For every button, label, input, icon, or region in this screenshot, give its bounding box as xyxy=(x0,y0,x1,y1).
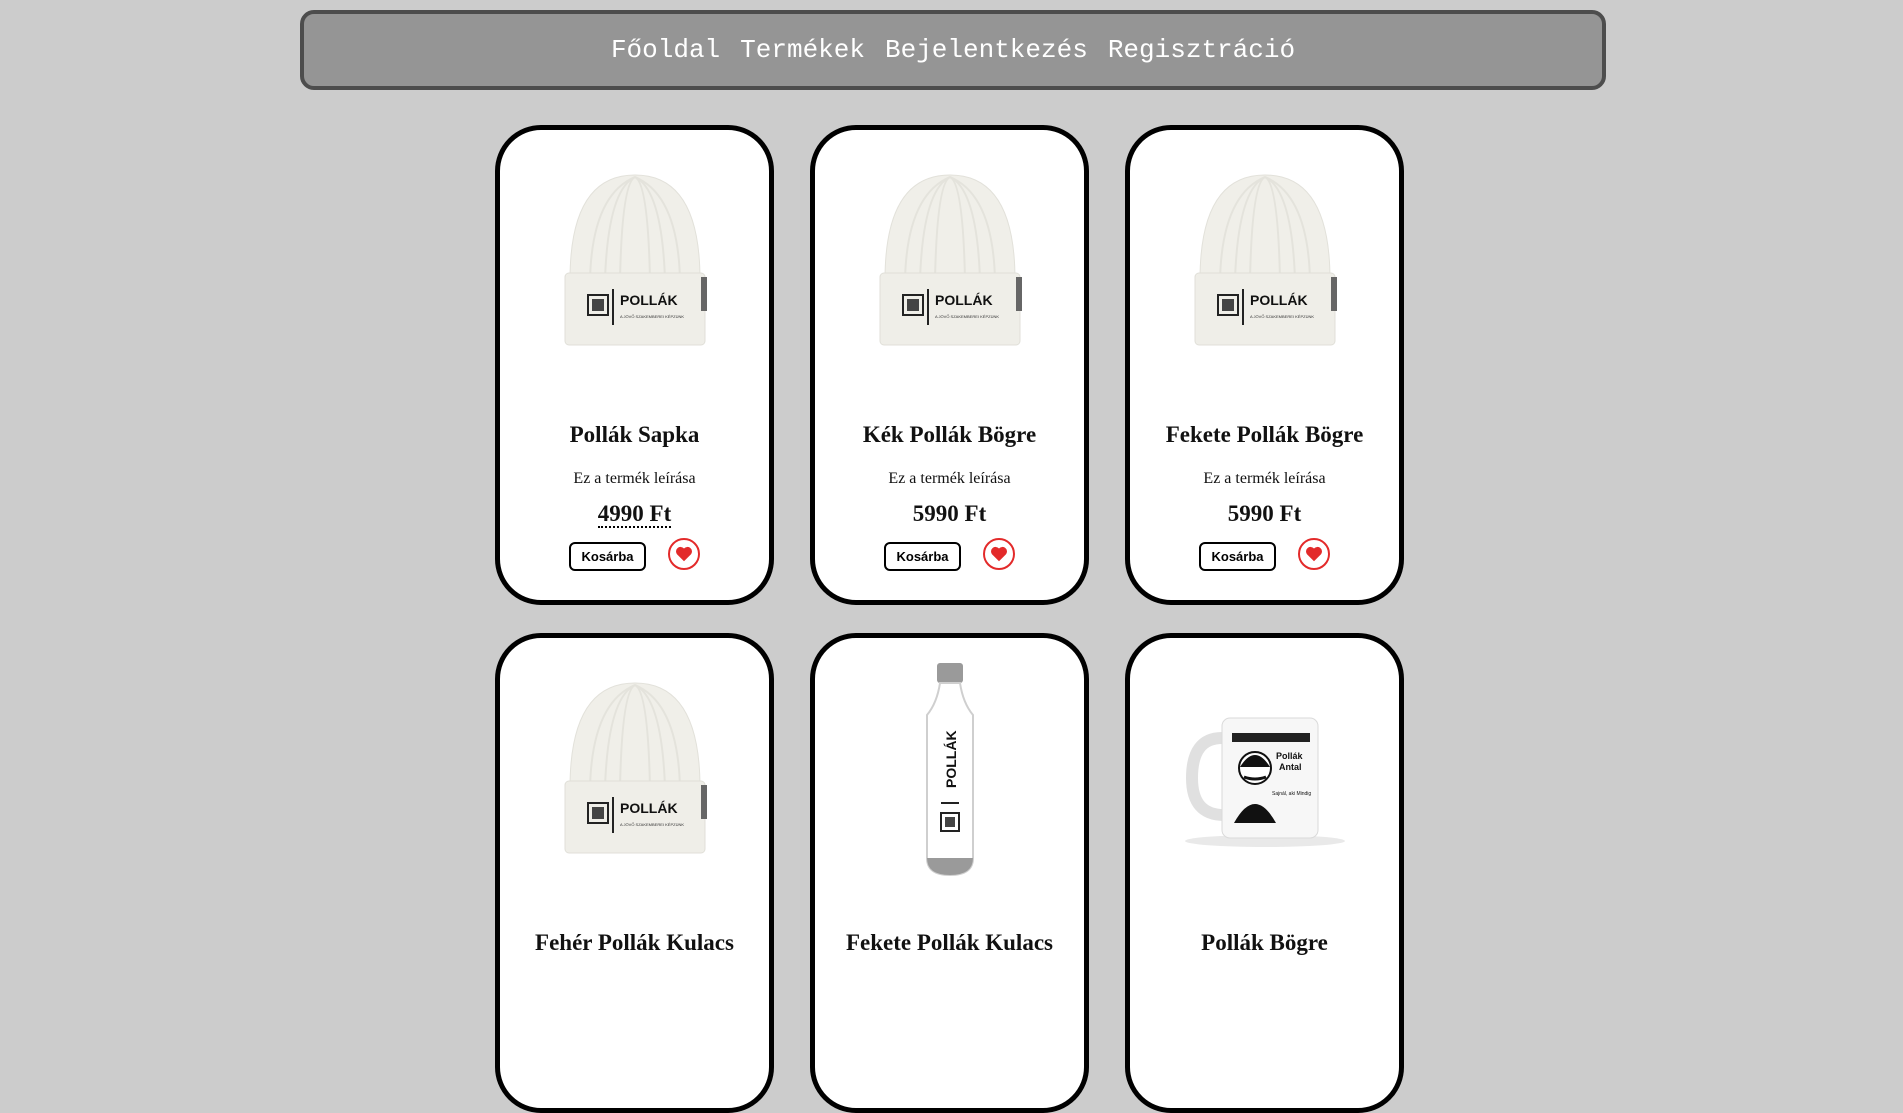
product-card: POLLÁK Fekete Pollák Kulacs xyxy=(810,633,1089,1113)
add-to-cart-button[interactable]: Kosárba xyxy=(884,542,961,571)
product-card: POLLÁK A JÖVŐ SZAKEMBEREI KÉPZÜNK Kék Po… xyxy=(810,125,1089,605)
product-description: Ez a termék leírása xyxy=(1203,470,1326,487)
product-actions: Kosárba xyxy=(815,537,1084,571)
product-title: Fekete Pollák Bögre xyxy=(1165,422,1364,447)
svg-text:Pollák: Pollák xyxy=(1276,751,1304,761)
product-actions: Kosárba xyxy=(1130,537,1399,571)
product-card: Pollák Antal Sajnál, aki Mindig Pollák B… xyxy=(1125,633,1404,1113)
heart-icon xyxy=(675,546,692,561)
top-navbar: Főoldal Termékek Bejelentkezés Regisztrá… xyxy=(300,10,1606,90)
product-image: POLLÁK A JÖVŐ SZAKEMBEREI KÉPZÜNK xyxy=(500,145,769,375)
beanie-image: POLLÁK A JÖVŐ SZAKEMBEREI KÉPZÜNK xyxy=(1194,174,1337,346)
product-title: Kék Pollák Bögre xyxy=(862,422,1037,447)
nav-link-products[interactable]: Termékek xyxy=(740,35,865,65)
product-grid: POLLÁK A JÖVŐ SZAKEMBEREI KÉPZÜNK Pollák… xyxy=(495,125,1412,1113)
svg-text:POLLÁK: POLLÁK xyxy=(1250,292,1308,308)
product-title: Pollák Sapka xyxy=(569,422,700,447)
product-image: POLLÁK A JÖVŐ SZAKEMBEREI KÉPZÜNK xyxy=(1130,145,1399,375)
svg-text:Antal: Antal xyxy=(1279,762,1302,772)
svg-text:Sajnál, aki Mindig: Sajnál, aki Mindig xyxy=(1272,791,1311,797)
nav-link-login[interactable]: Bejelentkezés xyxy=(885,35,1088,65)
product-price: 4990 Ft xyxy=(597,501,672,528)
svg-text:POLLÁK: POLLÁK xyxy=(935,292,993,308)
svg-text:A JÖVŐ SZAKEMBEREI KÉPZÜNK: A JÖVŐ SZAKEMBEREI KÉPZÜNK xyxy=(620,314,684,319)
nav-link-home[interactable]: Főoldal xyxy=(611,35,720,65)
product-price: 5990 Ft xyxy=(1227,501,1302,526)
product-title: Pollák Bögre xyxy=(1201,930,1328,955)
product-description: Ez a termék leírása xyxy=(573,470,696,487)
product-actions: Kosárba xyxy=(500,537,769,571)
product-card: POLLÁK A JÖVŐ SZAKEMBEREI KÉPZÜNK Pollák… xyxy=(495,125,774,605)
svg-text:A JÖVŐ SZAKEMBEREI KÉPZÜNK: A JÖVŐ SZAKEMBEREI KÉPZÜNK xyxy=(620,822,684,827)
svg-text:POLLÁK: POLLÁK xyxy=(620,800,678,816)
svg-text:A JÖVŐ SZAKEMBEREI KÉPZÜNK: A JÖVŐ SZAKEMBEREI KÉPZÜNK xyxy=(1250,314,1314,319)
favorite-button[interactable] xyxy=(667,537,700,570)
product-description: Ez a termék leírása xyxy=(888,470,1011,487)
product-image: POLLÁK A JÖVŐ SZAKEMBEREI KÉPZÜNK xyxy=(815,145,1084,375)
favorite-button[interactable] xyxy=(982,537,1015,570)
product-image: POLLÁK xyxy=(815,653,1084,883)
beanie-image: POLLÁK A JÖVŐ SZAKEMBEREI KÉPZÜNK xyxy=(879,174,1022,346)
bottle-image: POLLÁK xyxy=(925,663,974,877)
heart-icon xyxy=(1305,546,1322,561)
add-to-cart-button[interactable]: Kosárba xyxy=(569,542,646,571)
product-title: Fehér Pollák Kulacs xyxy=(535,930,734,955)
heart-icon xyxy=(990,546,1007,561)
beanie-image: POLLÁK A JÖVŐ SZAKEMBEREI KÉPZÜNK xyxy=(564,682,707,854)
mug-image: Pollák Antal Sajnál, aki Mindig xyxy=(1184,717,1345,847)
product-price: 5990 Ft xyxy=(912,501,987,526)
product-image: Pollák Antal Sajnál, aki Mindig xyxy=(1130,653,1399,883)
product-card: POLLÁK A JÖVŐ SZAKEMBEREI KÉPZÜNK Fehér … xyxy=(495,633,774,1113)
add-to-cart-button[interactable]: Kosárba xyxy=(1199,542,1276,571)
product-image: POLLÁK A JÖVŐ SZAKEMBEREI KÉPZÜNK xyxy=(500,653,769,883)
svg-text:POLLÁK: POLLÁK xyxy=(620,292,678,308)
beanie-image: POLLÁK A JÖVŐ SZAKEMBEREI KÉPZÜNK xyxy=(564,174,707,346)
product-card: POLLÁK A JÖVŐ SZAKEMBEREI KÉPZÜNK Fekete… xyxy=(1125,125,1404,605)
product-title: Fekete Pollák Kulacs xyxy=(846,930,1053,955)
svg-text:A JÖVŐ SZAKEMBEREI KÉPZÜNK: A JÖVŐ SZAKEMBEREI KÉPZÜNK xyxy=(935,314,999,319)
favorite-button[interactable] xyxy=(1297,537,1330,570)
svg-text:POLLÁK: POLLÁK xyxy=(943,730,959,788)
nav-link-register[interactable]: Regisztráció xyxy=(1108,35,1295,65)
